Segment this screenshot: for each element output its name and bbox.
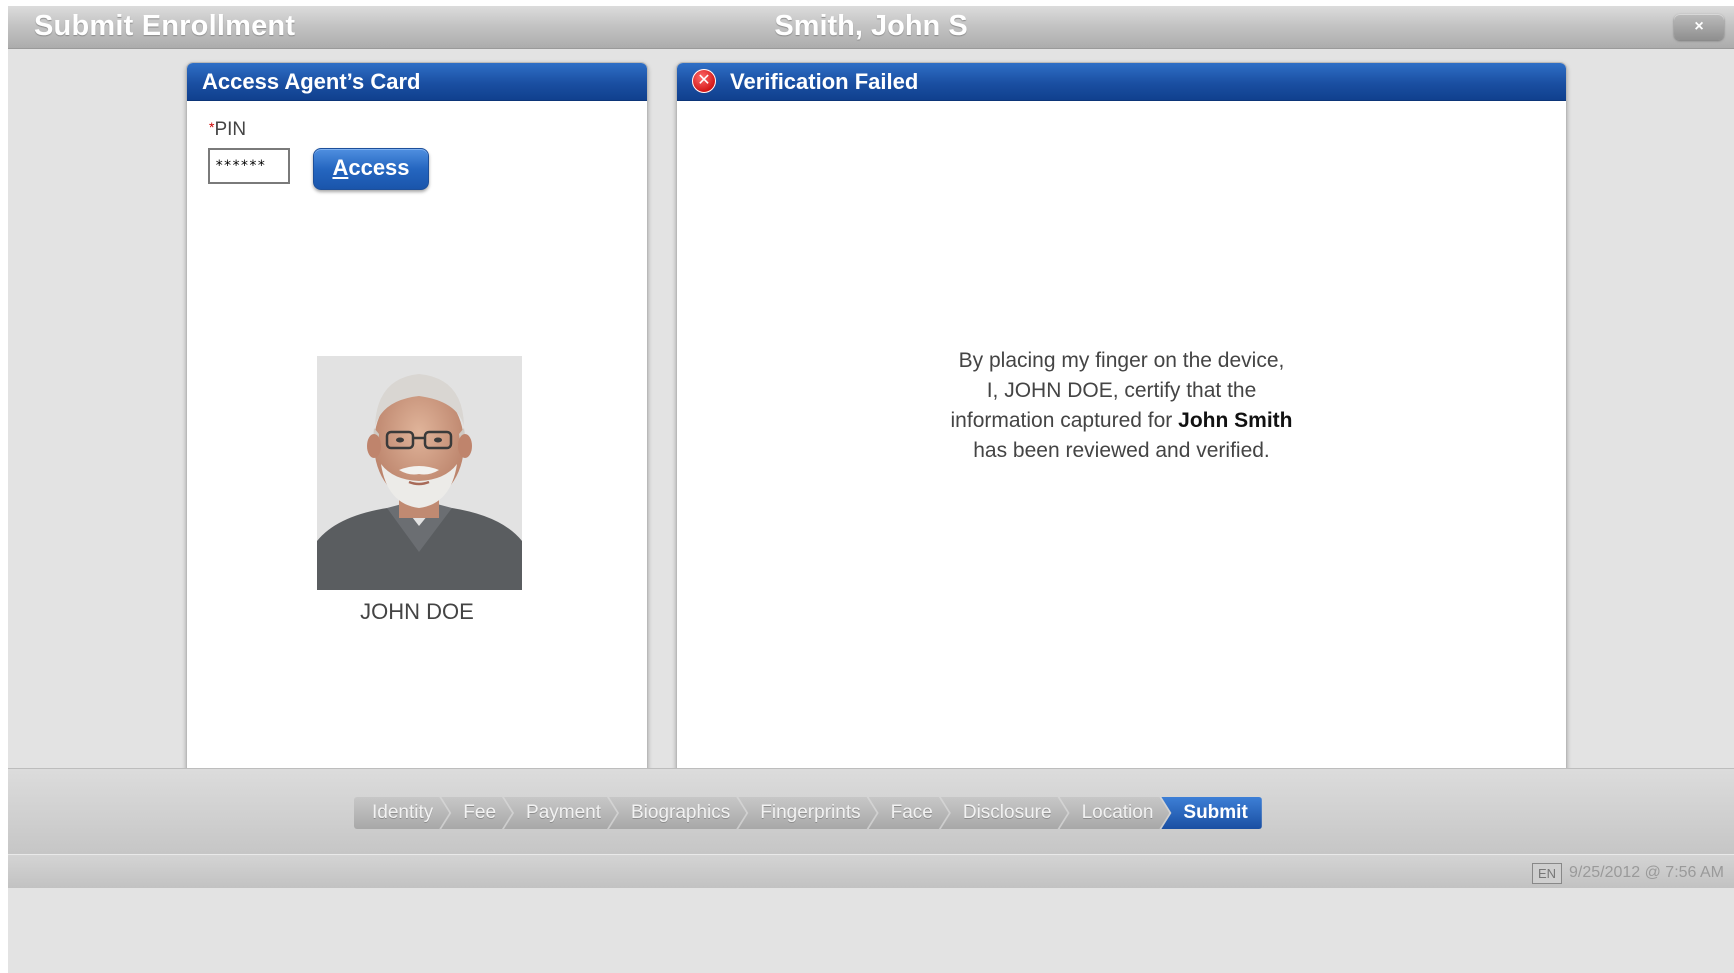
enrollment-app: Submit Enrollment Smith, John S × Access…	[8, 6, 1734, 973]
workflow-steps: Identity Fee Payment Biographics Fingerp…	[354, 797, 1262, 829]
pin-label-text: PIN	[214, 119, 247, 140]
cert-line-3-prefix: information captured for	[950, 409, 1179, 432]
client-name: Smith, John S	[774, 10, 968, 42]
agent-name: JOHN DOE	[360, 599, 474, 624]
pin-input[interactable]	[208, 148, 290, 184]
cert-line-1: By placing my finger on the device,	[958, 349, 1285, 372]
verification-title: Verification Failed	[730, 69, 919, 94]
title-bar: Submit Enrollment Smith, John S ×	[8, 6, 1734, 49]
workflow-footer: Identity Fee Payment Biographics Fingerp…	[8, 768, 1734, 854]
close-button[interactable]: ×	[1674, 14, 1724, 40]
agent-portrait-image	[317, 356, 522, 590]
access-agent-card-panel: Access Agent’s Card *PIN Access	[186, 62, 648, 830]
cert-line-4: has been reviewed and verified.	[973, 439, 1270, 462]
pin-label: *PIN	[209, 119, 246, 141]
status-bar: EN 9/25/2012 @ 7:56 AM	[8, 854, 1734, 888]
error-icon: ✕	[692, 69, 716, 94]
datetime: 9/25/2012 @ 7:56 AM	[1568, 864, 1724, 881]
panel-title: Access Agent’s Card	[187, 63, 647, 101]
access-button[interactable]: Access	[313, 148, 429, 190]
step-biographics[interactable]: Biographics	[609, 797, 746, 829]
step-fee[interactable]: Fee	[441, 797, 512, 829]
verification-header: ✕ Verification Failed	[677, 63, 1566, 101]
step-submit[interactable]: Submit	[1161, 797, 1262, 829]
close-icon: ×	[1694, 18, 1704, 35]
cert-line-2: I, JOHN DOE, certify that the	[986, 379, 1257, 402]
access-mnemonic: A	[332, 155, 349, 180]
access-label: ccess	[348, 155, 410, 180]
language-indicator[interactable]: EN	[1532, 863, 1562, 884]
step-location[interactable]: Location	[1060, 797, 1170, 829]
agent-photo	[317, 356, 522, 590]
cert-applicant-name: John Smith	[1178, 409, 1293, 432]
step-fingerprints[interactable]: Fingerprints	[738, 797, 876, 829]
step-payment[interactable]: Payment	[504, 797, 617, 829]
cert-line-3: information captured for John Smith	[677, 406, 1566, 436]
step-identity[interactable]: Identity	[354, 797, 449, 829]
certification-text: By placing my finger on the device, I, J…	[677, 346, 1566, 466]
step-disclosure[interactable]: Disclosure	[941, 797, 1068, 829]
verification-panel: ✕ Verification Failed By placing my finge…	[676, 62, 1567, 830]
step-face[interactable]: Face	[869, 797, 949, 829]
